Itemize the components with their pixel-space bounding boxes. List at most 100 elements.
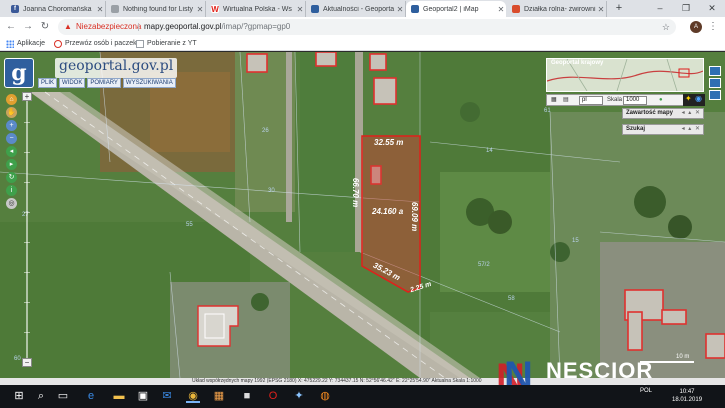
tab-label: Aktualności - Geoporta xyxy=(323,5,395,13)
tab-close-icon[interactable]: ✕ xyxy=(395,5,405,14)
measure-icon[interactable]: ◎ xyxy=(6,198,17,209)
system-tray[interactable]: POL xyxy=(640,388,652,394)
task-view-icon[interactable]: ▭ xyxy=(56,389,70,403)
store-icon[interactable]: ▣ xyxy=(136,389,150,403)
close-window-button[interactable]: ✕ xyxy=(699,0,725,16)
media-icon[interactable]: ✦ xyxy=(292,389,306,403)
zoom-minus-button[interactable]: − xyxy=(22,358,32,367)
hand-pan-icon[interactable]: ✋ xyxy=(6,107,17,118)
reload-icon[interactable]: ↻ xyxy=(38,20,52,34)
tab-label: Geoportal2 | iMap xyxy=(423,5,479,13)
tab-label: Działka rolna- żwirowni xyxy=(524,5,596,13)
map-viewport[interactable]: 32.55 m 66.70 m 24.160 a 69.09 m 35.23 m… xyxy=(0,52,725,378)
language-indicator[interactable]: POL xyxy=(640,388,652,394)
tab-close-icon[interactable]: ✕ xyxy=(295,5,305,14)
panel-title: Szukaj xyxy=(626,126,646,132)
zoom-tick xyxy=(24,212,30,213)
search-icon[interactable]: ⌕ xyxy=(34,389,48,403)
tab-dzialka-rolna[interactable]: Działka rolna- żwirowni ✕ xyxy=(507,1,607,17)
info-icon[interactable]: i xyxy=(6,185,17,196)
tab-aktualnosci[interactable]: Aktualności - Geoporta ✕ xyxy=(306,1,406,17)
star-icon[interactable]: ✦ xyxy=(685,94,692,103)
plot-number: 58 xyxy=(508,296,515,302)
overview-map[interactable]: Geoportal krajowy xyxy=(546,58,704,92)
apply-scale-icon[interactable]: ● xyxy=(659,96,663,105)
eye-icon[interactable]: ◉ xyxy=(695,94,702,103)
edge-icon[interactable]: e xyxy=(84,389,98,403)
scale-label: Skala xyxy=(607,97,623,103)
back-arrow-icon[interactable]: ← xyxy=(4,20,18,34)
profile-avatar[interactable]: A xyxy=(690,21,702,33)
taskbar-clock[interactable]: 10:47 18.01.2019 xyxy=(672,388,702,404)
tab-geoportal-imap[interactable]: Geoportal2 | iMap ✕ xyxy=(406,1,506,17)
new-tab-button[interactable]: + xyxy=(612,1,626,15)
tab-facebook[interactable]: f Joanna Choromańska ✕ xyxy=(6,1,106,17)
clock-time: 10:47 xyxy=(679,389,695,395)
menu-widok[interactable]: WIDOK xyxy=(59,78,86,88)
zoom-tick xyxy=(24,242,30,243)
plot-number: 57/2 xyxy=(478,262,490,268)
address-bar[interactable]: ▲ Niezabezpieczona mapy.geoportal.gov.pl… xyxy=(58,19,676,35)
map-control-bar: ▦ ▤ pl Skala 1000 ● xyxy=(546,94,704,106)
bookmark-star-icon[interactable]: ☆ xyxy=(662,19,670,35)
windows-taskbar: ⊞ ⌕ ▭ e ▬ ▣ ✉ ◉ ▦ ■ O ✦ ◍ POL 10:47 18.0… xyxy=(0,385,725,408)
url-text[interactable]: mapy.geoportal.gov.pl/imap/?gpmap=gp0 xyxy=(144,19,290,35)
grid-icon[interactable]: ▦ xyxy=(551,96,557,105)
chrome-icon[interactable]: ◉ xyxy=(186,389,200,403)
tab-close-icon[interactable]: ✕ xyxy=(496,5,506,14)
photos-icon[interactable]: ▦ xyxy=(212,389,226,403)
security-label[interactable]: Niezabezpieczona xyxy=(76,19,141,35)
mail-icon[interactable]: ✉ xyxy=(160,389,174,403)
tab-close-icon[interactable]: ✕ xyxy=(95,5,105,14)
bookmark-label: Pobieranie z YT xyxy=(147,40,197,47)
legend-icon[interactable] xyxy=(709,66,721,76)
windows-start-icon[interactable]: ⊞ xyxy=(12,389,26,403)
file-explorer-icon[interactable]: ▬ xyxy=(112,389,126,403)
app-icon[interactable]: ■ xyxy=(240,389,254,403)
visibility-toggle[interactable]: ✦ ◉ xyxy=(683,94,705,106)
panel-search[interactable]: Szukaj ◂ ▴ ✕ xyxy=(622,124,704,135)
reload-map-icon[interactable]: ↻ xyxy=(6,172,17,183)
previous-view-icon[interactable]: ◂ xyxy=(6,146,17,157)
home-icon[interactable]: ⌂ xyxy=(6,94,17,105)
panel-controls[interactable]: ◂ ▴ ✕ xyxy=(682,125,701,134)
zoom-in-icon[interactable]: + xyxy=(6,120,17,131)
bookmark-apps[interactable]: Aplikacje xyxy=(6,39,45,49)
maximize-button[interactable]: ❐ xyxy=(673,0,699,16)
scale-input[interactable]: 1000 xyxy=(623,96,647,105)
menu-plik[interactable]: PLIK xyxy=(38,78,58,88)
tab-close-icon[interactable]: ✕ xyxy=(195,5,205,14)
apps-grid-icon xyxy=(6,40,14,48)
zoom-select[interactable]: pl xyxy=(579,96,603,105)
panel-title: Zawartość mapy xyxy=(626,110,674,116)
tab-wirtualna-polska[interactable]: W Wirtualna Polska - Ws ✕ xyxy=(206,1,306,17)
zoom-out-icon[interactable]: − xyxy=(6,133,17,144)
bookmark-icon xyxy=(54,40,62,48)
panel-map-contents[interactable]: Zawartość mapy ◂ ▴ ✕ xyxy=(622,108,704,119)
browser-menu-icon[interactable]: ⋮ xyxy=(708,20,718,34)
tab-label: Wirtualna Polska - Ws xyxy=(223,5,292,13)
zoom-plus-button[interactable]: + xyxy=(22,92,32,101)
parcel-left-length: 66.70 m xyxy=(351,177,361,208)
minimize-button[interactable]: – xyxy=(647,0,673,16)
forward-arrow-icon[interactable]: → xyxy=(21,20,35,34)
menu-pomiary[interactable]: POMIARY xyxy=(87,78,121,88)
layers-icon[interactable] xyxy=(709,90,721,100)
overview-title: Geoportal krajowy xyxy=(551,60,604,66)
tab-close-icon[interactable]: ✕ xyxy=(596,5,606,14)
menu-wyszukiwania[interactable]: WYSZUKIWANIA xyxy=(122,78,176,88)
layers-icon[interactable]: ▤ xyxy=(563,96,569,105)
print-icon[interactable] xyxy=(709,78,721,88)
bookmark-przewoz[interactable]: Przewóz osób i paczek xyxy=(54,39,137,49)
warning-icon[interactable]: ▲ xyxy=(64,19,72,35)
bookmark-yt[interactable]: Pobieranie z YT xyxy=(136,39,197,49)
zoom-track xyxy=(26,98,28,364)
next-view-icon[interactable]: ▸ xyxy=(6,159,17,170)
firefox-icon[interactable]: ◍ xyxy=(318,389,332,403)
zoom-slider[interactable]: + − xyxy=(20,92,34,368)
tab-nothing-found[interactable]: Nothing found for Listy ✕ xyxy=(106,1,206,17)
opera-icon[interactable]: O xyxy=(266,389,280,403)
geoportal-logo-icon: g xyxy=(4,58,34,88)
panel-controls[interactable]: ◂ ▴ ✕ xyxy=(682,109,701,118)
plot-number: 26 xyxy=(262,128,269,134)
